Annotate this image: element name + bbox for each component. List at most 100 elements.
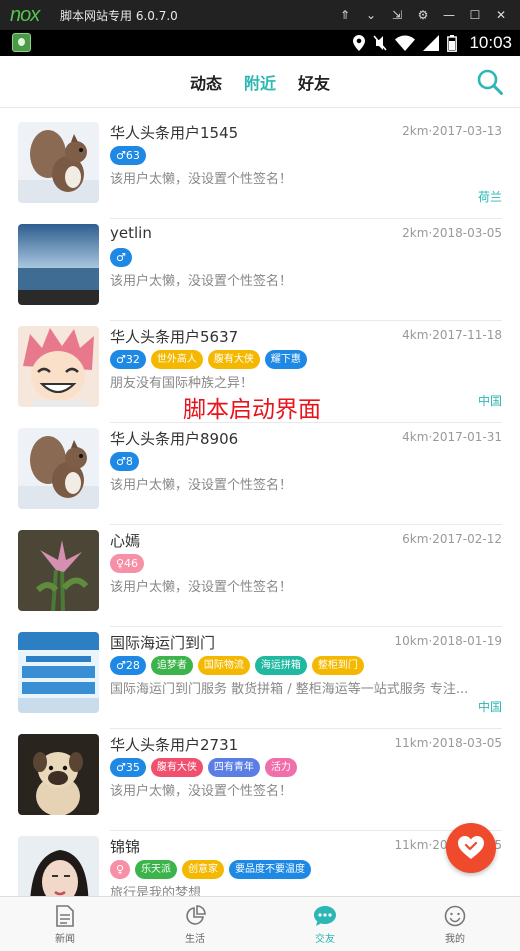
signature: 该用户太懒，没设置个性签名！: [110, 784, 293, 799]
distance-date: 2km·2018-03-05: [402, 226, 502, 240]
list-item[interactable]: 锦锦11km·2018-02-15♀乐天派创意家要品度不要温度旅行是我的梦想: [0, 830, 520, 896]
nox-logo: nox: [10, 3, 40, 26]
location-icon: [353, 35, 366, 51]
signature: 该用户太懒，没设置个性签名！: [110, 274, 293, 289]
emulator-maximize-button[interactable]: ☐: [462, 8, 488, 22]
nav-news[interactable]: 新闻: [0, 897, 130, 951]
chat-icon: [314, 906, 336, 926]
match-heart-button[interactable]: [446, 823, 496, 873]
location-label: 中国: [477, 700, 502, 714]
list-item[interactable]: 华人头条用户2731 11km·2018-03-05 ♂35 腹有大侠 四有青年 活力该用…: [0, 728, 520, 834]
user-name: 华人头条用户1545: [110, 124, 239, 142]
signature: 国际海运门到门服务 散货拼箱 / 整柜海运等一站式服务 专注...: [110, 682, 469, 697]
interest-tag: 海运拼箱: [254, 656, 307, 675]
interest-tag: 要品度不要温度: [229, 860, 312, 879]
user-name: 心嫣: [110, 532, 141, 550]
profile-icon: [444, 905, 466, 927]
interest-tag: 整柜到门: [311, 656, 364, 675]
mute-icon: [373, 35, 388, 51]
interest-tag: 国际物流: [197, 656, 250, 675]
nearby-user-list: 华人头条用户1545 2km·2017-03-13 ♂63 该用户太懒，没设置个性签名…: [0, 120, 520, 896]
interest-tag: 世外高人: [150, 350, 203, 369]
nav-friends[interactable]: 交友: [260, 897, 390, 951]
nav-life[interactable]: 生活: [130, 897, 260, 951]
signature: 旅行是我的梦想: [110, 886, 202, 896]
tab-feed[interactable]: 动态: [190, 70, 222, 94]
emulator-top-button[interactable]: ⇑: [332, 8, 358, 22]
life-icon: [186, 905, 206, 925]
emulator-close-button[interactable]: ✕: [488, 8, 514, 22]
search-icon[interactable]: [476, 68, 504, 96]
avatar[interactable]: [18, 224, 99, 305]
emulator-window-buttons: ⇑ ⌄ ⇲ ⚙ — ☐ ✕: [332, 0, 514, 30]
distance-date: 4km·2017-11-18: [402, 328, 502, 342]
android-status-bar: 10:03: [0, 30, 520, 56]
interest-tag: 乐天派: [135, 860, 178, 879]
nav-profile-label: 我的: [445, 934, 465, 945]
status-icons: 10:03: [353, 30, 512, 56]
signature: 该用户太懒，没设置个性签名！: [110, 580, 293, 595]
app-header: 动态 附近 好友: [0, 56, 520, 108]
interest-tag: 四有青年: [207, 758, 260, 777]
interest-tag: 腹有大侠: [150, 758, 203, 777]
gender-age-badge: ♂35: [110, 758, 146, 777]
gender-age-badge: ♂28: [110, 656, 146, 675]
news-icon: [56, 905, 74, 927]
signature: 朋友没有国际种族之异！: [110, 376, 254, 391]
avatar[interactable]: [18, 122, 99, 203]
app-window: nox 脚本网站专用 6.0.7.0 ⇑ ⌄ ⇲ ⚙ — ☐ ✕ 10:03 动…: [0, 0, 520, 951]
signature: 该用户太懒，没设置个性签名！: [110, 172, 293, 187]
tag-row: ♀46: [110, 554, 145, 573]
wifi-icon: [395, 35, 416, 51]
list-item[interactable]: 华人头条用户1545 2km·2017-03-13 ♂63 该用户太懒，没设置个性签名…: [0, 120, 520, 222]
heart-icon: [458, 836, 484, 859]
overlay-label: 脚本启动界面: [183, 397, 321, 423]
user-name: 华人头条用户5637: [110, 328, 239, 346]
gender-age-badge: ♀46: [110, 554, 145, 573]
list-item[interactable]: 国际海运门到门 10km·2018-01-19 ♂28 追梦者 国际物流 海运拼箱 整柜到门…: [0, 626, 520, 732]
distance-date: 4km·2017-01-31: [402, 430, 502, 444]
nav-news-label: 新闻: [55, 934, 75, 945]
avatar[interactable]: [18, 530, 99, 611]
user-name: 锦锦: [110, 838, 141, 856]
emulator-minimize-button[interactable]: —: [436, 8, 462, 22]
emulator-title: 脚本网站专用 6.0.7.0: [60, 8, 178, 23]
tag-row: ♂: [110, 248, 132, 267]
nav-life-label: 生活: [185, 934, 205, 945]
avatar[interactable]: [18, 428, 99, 509]
emulator-title-bar: nox 脚本网站专用 6.0.7.0 ⇑ ⌄ ⇲ ⚙ — ☐ ✕: [0, 0, 520, 30]
avatar[interactable]: [18, 326, 99, 407]
list-item[interactable]: yetlin 2km·2018-03-05 ♂ 该用户太懒，没设置个性签名！: [0, 218, 520, 324]
distance-date: 6km·2017-02-12: [402, 532, 502, 546]
list-item[interactable]: 心嫣 6km·2017-02-12 ♀46 该用户太懒，没设置个性签名！: [0, 524, 520, 630]
list-item[interactable]: 华人头条用户8906 4km·2017-01-31 ♂8 该用户太懒，没设置个性签名！: [0, 422, 520, 528]
signal-icon: [423, 35, 440, 51]
tag-row: ♂28 追梦者 国际物流 海运拼箱 整柜到门: [110, 656, 364, 675]
location-label: 中国: [477, 394, 502, 408]
nav-profile[interactable]: 我的: [390, 897, 520, 951]
tag-row: ♂32 世外高人 腹有大侠 耀下惠: [110, 350, 307, 369]
interest-tag: 腹有大侠: [207, 350, 260, 369]
interest-tag: 创意家: [182, 860, 225, 879]
avatar[interactable]: [18, 836, 99, 896]
user-name: yetlin: [110, 224, 152, 242]
tag-row: ♂8: [110, 452, 139, 471]
tag-row: ♂63: [110, 146, 146, 165]
tab-nearby[interactable]: 附近: [244, 70, 276, 94]
distance-date: 2km·2017-03-13: [402, 124, 502, 138]
emulator-collapse-button[interactable]: ⌄: [358, 8, 384, 22]
user-name: 华人头条用户8906: [110, 430, 239, 448]
bottom-nav: 新闻 生活 交友 我的: [0, 896, 520, 951]
emulator-settings-button[interactable]: ⚙: [410, 8, 436, 22]
emulator-fullscreen-button[interactable]: ⇲: [384, 8, 410, 22]
tab-friends[interactable]: 好友: [298, 70, 330, 94]
signature: 该用户太懒，没设置个性签名！: [110, 478, 293, 493]
gender-age-badge: ♂: [110, 248, 132, 267]
user-name: 国际海运门到门: [110, 634, 216, 652]
avatar[interactable]: [18, 734, 99, 815]
distance-date: 11km·2018-03-05: [394, 736, 502, 750]
user-name: 华人头条用户2731: [110, 736, 239, 754]
avatar[interactable]: [18, 632, 99, 713]
tag-row: ♂35 腹有大侠 四有青年 活力: [110, 758, 297, 777]
app-notification-icon: [12, 33, 31, 52]
